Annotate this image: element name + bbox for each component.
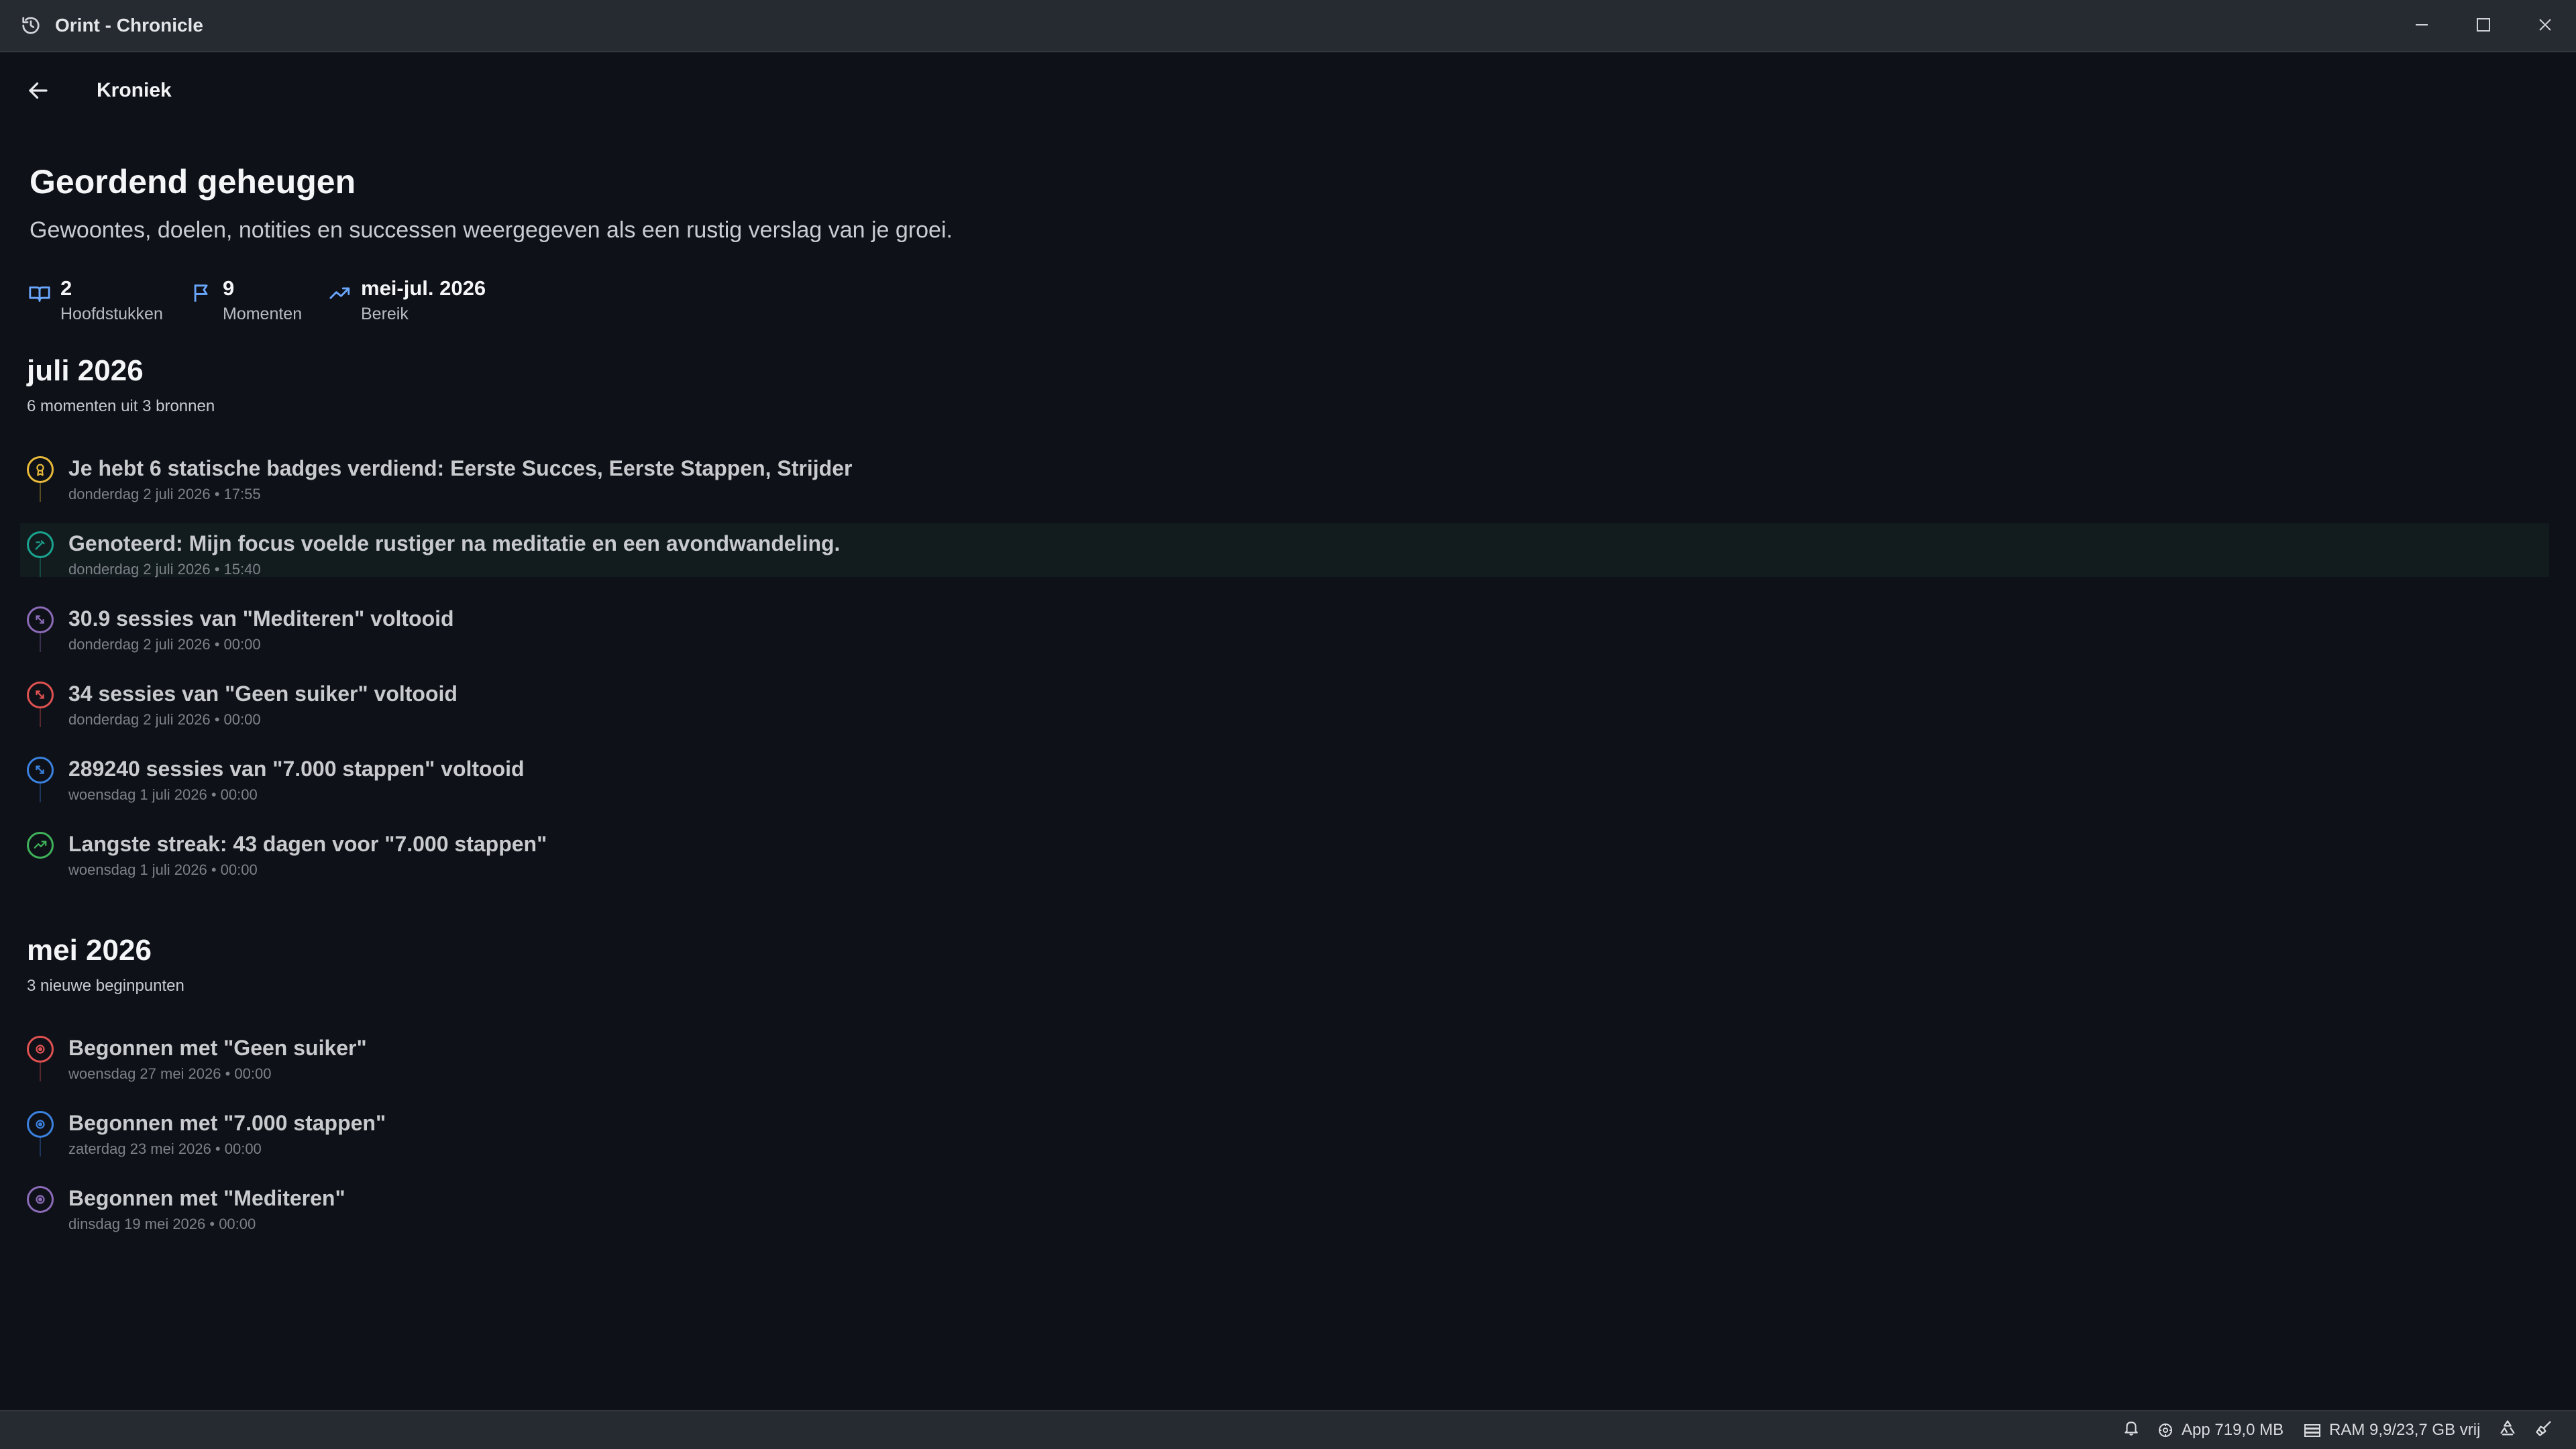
timeline-entry[interactable]: 30.9 sessies van "Mediteren" voltooid do… (20, 598, 2549, 653)
title-bar: Orint - Chronicle (0, 0, 2576, 52)
page-title: Geordend geheugen (30, 163, 356, 201)
notifications-button[interactable] (2123, 1411, 2148, 1449)
entry-date: donderdag 2 juli 2026 • 00:00 (68, 636, 261, 653)
timeline-connector (40, 1063, 41, 1081)
ram-indicator: RAM 9,9/23,7 GB vrij (2304, 1411, 2480, 1449)
history-icon (19, 13, 43, 38)
entry-title: Langste streak: 43 dagen voor "7.000 sta… (68, 832, 547, 856)
app-memory-indicator: App 719,0 MB (2157, 1411, 2284, 1449)
stat-value: 9 (223, 276, 235, 300)
stat-label: Bereik (361, 305, 409, 323)
window-title: Orint - Chronicle (55, 15, 203, 36)
timeline-connector (40, 483, 41, 502)
entry-title: Begonnen met "7.000 stappen" (68, 1111, 386, 1135)
repeat-icon (27, 606, 54, 633)
maximize-icon (2476, 17, 2491, 36)
entry-date: woensdag 1 juli 2026 • 00:00 (68, 786, 258, 803)
timeline-connector (40, 633, 41, 652)
stat-value: 2 (60, 276, 72, 300)
badge-icon (27, 456, 54, 483)
timeline-entry[interactable]: Langste streak: 43 dagen voor "7.000 sta… (20, 824, 2549, 878)
sync-icon (2498, 1419, 2525, 1442)
entry-title: Je hebt 6 statische badges verdiend: Eer… (68, 456, 853, 480)
repeat-icon (27, 757, 54, 784)
stat-label: Momenten (223, 305, 303, 323)
entry-title: Begonnen met "Geen suiker" (68, 1036, 367, 1060)
repeat-icon (27, 682, 54, 708)
app-memory-value: App 719,0 MB (2182, 1421, 2284, 1439)
entry-date: zaterdag 23 mei 2026 • 00:00 (68, 1140, 262, 1157)
stat-label: Hoofdstukken (60, 305, 163, 323)
entry-title: 34 sessies van "Geen suiker" voltooid (68, 682, 458, 706)
trend-icon (329, 282, 352, 305)
note-icon (27, 531, 54, 558)
page-crumb: Kroniek (97, 79, 172, 101)
broom-icon (2534, 1419, 2561, 1442)
timeline-entry[interactable]: Je hebt 6 statische badges verdiend: Eer… (20, 448, 2549, 502)
entry-title: 289240 sessies van "7.000 stappen" volto… (68, 757, 525, 781)
bell-icon (2123, 1419, 2148, 1442)
entry-title: Begonnen met "Mediteren" (68, 1186, 345, 1210)
timeline-entry[interactable]: 34 sessies van "Geen suiker" voltooid do… (20, 674, 2549, 728)
close-icon (2538, 17, 2553, 36)
ram-icon (2304, 1424, 2320, 1437)
section-title: juli 2026 (27, 354, 144, 387)
entry-date: dinsdag 19 mei 2026 • 00:00 (68, 1216, 256, 1232)
entry-title: 30.9 sessies van "Mediteren" voltooid (68, 606, 454, 631)
timeline-connector (40, 1138, 41, 1157)
timeline-entry[interactable]: 289240 sessies van "7.000 stappen" volto… (20, 749, 2549, 803)
entry-date: donderdag 2 juli 2026 • 00:00 (68, 711, 261, 728)
flag-icon (191, 282, 213, 305)
entry-title: Genoteerd: Mijn focus voelde rustiger na… (68, 531, 841, 555)
back-button[interactable] (23, 76, 54, 107)
timeline-entry[interactable]: Begonnen met "Geen suiker" woensdag 27 m… (20, 1028, 2549, 1082)
timeline-connector (40, 708, 41, 727)
section-subtitle: 6 momenten uit 3 bronnen (27, 397, 215, 415)
minimize-icon (2414, 17, 2429, 36)
sync-button[interactable] (2498, 1411, 2525, 1449)
entry-date: donderdag 2 juli 2026 • 15:40 (68, 561, 261, 578)
start-icon (27, 1186, 54, 1213)
ram-value: RAM 9,9/23,7 GB vrij (2329, 1421, 2481, 1439)
status-bar: App 719,0 MB RAM 9,9/23,7 GB vrij (0, 1410, 2576, 1449)
entry-date: woensdag 27 mei 2026 • 00:00 (68, 1065, 272, 1082)
entry-date: woensdag 1 juli 2026 • 00:00 (68, 861, 258, 878)
start-icon (27, 1111, 54, 1138)
timeline-entry[interactable]: Begonnen met "7.000 stappen" zaterdag 23… (20, 1103, 2549, 1157)
timeline-connector (40, 784, 41, 802)
stat-value: mei-jul. 2026 (361, 276, 486, 300)
book-icon (28, 282, 51, 305)
section-title: mei 2026 (27, 934, 152, 967)
entry-date: donderdag 2 juli 2026 • 17:55 (68, 486, 261, 502)
cleanup-button[interactable] (2534, 1411, 2561, 1449)
start-icon (27, 1036, 54, 1063)
minimize-button[interactable] (2391, 0, 2453, 52)
timeline-entry[interactable]: Begonnen met "Mediteren" dinsdag 19 mei … (20, 1178, 2549, 1232)
timeline-connector (40, 558, 41, 577)
trend-icon (27, 832, 54, 859)
close-button[interactable] (2514, 0, 2576, 52)
page-subtitle: Gewoontes, doelen, notities en successen… (30, 217, 953, 243)
app-memory-icon (2159, 1424, 2172, 1437)
maximize-button[interactable] (2453, 0, 2514, 52)
arrow-left-icon (26, 78, 50, 106)
section-subtitle: 3 nieuwe beginpunten (27, 977, 184, 995)
timeline-entry[interactable]: Genoteerd: Mijn focus voelde rustiger na… (20, 523, 2549, 578)
